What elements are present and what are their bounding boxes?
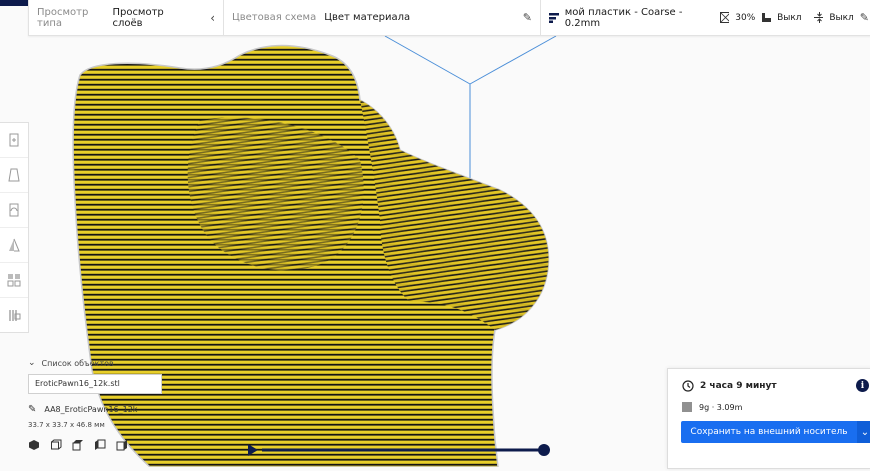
camera-view-buttons <box>28 439 168 451</box>
object-name-row[interactable]: ✎ AA8_EroticPawn16_12k <box>28 404 168 415</box>
left-view-icon[interactable] <box>94 439 106 451</box>
infill-icon <box>719 12 730 23</box>
info-icon[interactable]: i <box>856 379 869 392</box>
print-profile-text: мой пластик - Coarse - 0.2mm <box>564 6 683 29</box>
infill-value: 30% <box>735 12 756 23</box>
object-dimensions: 33.7 x 33.7 x 46.8 мм <box>28 421 105 429</box>
build-volume-edge <box>384 35 471 85</box>
build-volume-edge <box>469 35 557 85</box>
print-info-panel: 2 часа 9 минут i 9g · 3.09m Сохранить на… <box>667 368 870 469</box>
view-type-label: Просмотр типа <box>37 6 89 29</box>
per-model-settings-icon <box>7 274 21 287</box>
object-list-toggle[interactable]: ⌄ Список объектов <box>28 358 168 368</box>
view-toolbar: Просмотр типа Просмотр слоёв ‹ Цветовая … <box>28 0 870 36</box>
support-icon <box>762 13 772 22</box>
filament-icon <box>682 402 692 412</box>
mirror-tool-button[interactable] <box>0 228 28 263</box>
print-time-row: 2 часа 9 минут <box>682 380 777 392</box>
pencil-icon[interactable]: ✎ <box>860 11 869 24</box>
view-type-value: Просмотр слоёв <box>112 6 164 29</box>
chevron-down-icon: ⌄ <box>28 358 36 368</box>
scale-tool-button[interactable] <box>0 158 28 193</box>
object-list-item[interactable]: EroticPawn16_12k.stl <box>28 374 162 394</box>
move-tool-icon <box>9 133 19 147</box>
rotate-tool-button[interactable] <box>0 193 28 228</box>
support-blocker-button[interactable] <box>0 298 28 332</box>
adhesion-value: Выкл <box>829 12 854 23</box>
save-to-removable-button[interactable]: Сохранить на внешний носитель <box>681 421 857 443</box>
left-toolbar <box>0 122 29 333</box>
top-view-icon[interactable] <box>72 439 84 451</box>
chevron-left-icon[interactable]: ‹ <box>210 11 215 25</box>
print-settings-selector[interactable]: мой пластик - Coarse - 0.2mm 30% Выкл Вы… <box>541 0 870 35</box>
per-model-settings-button[interactable] <box>0 263 28 298</box>
clock-icon <box>682 380 694 392</box>
object-name: AA8_EroticPawn16_12k <box>44 405 138 414</box>
save-options-dropdown[interactable]: ⌄ <box>857 421 870 443</box>
print-time: 2 часа 9 минут <box>700 381 777 391</box>
printer-profile-icon <box>549 12 559 23</box>
rotate-tool-icon <box>9 203 19 217</box>
scale-tool-icon <box>8 168 20 182</box>
color-scheme-label: Цветовая схема <box>232 12 317 23</box>
object-list-panel: ⌄ Список объектов EroticPawn16_12k.stl ✎… <box>28 358 168 451</box>
3d-view-icon[interactable] <box>28 439 40 451</box>
material-usage: 9g · 3.09m <box>699 402 743 412</box>
object-list-header: Список объектов <box>41 358 114 368</box>
chevron-down-icon: ⌄ <box>860 426 870 438</box>
mirror-tool-icon <box>9 238 20 252</box>
layer-slider-handle[interactable] <box>538 444 550 456</box>
right-view-icon[interactable] <box>116 439 128 451</box>
view-type-selector[interactable]: Просмотр типа Просмотр слоёв ‹ <box>29 0 224 35</box>
support-value: Выкл <box>777 12 802 23</box>
pencil-icon[interactable]: ✎ <box>28 404 36 415</box>
support-blocker-icon <box>9 310 21 321</box>
adhesion-icon <box>813 12 824 23</box>
move-tool-button[interactable] <box>0 123 28 158</box>
color-scheme-selector[interactable]: Цветовая схема Цвет материала ✎ <box>224 0 541 35</box>
pencil-icon[interactable]: ✎ <box>523 11 532 24</box>
front-view-icon[interactable] <box>50 439 62 451</box>
material-usage-row: 9g · 3.09m <box>682 402 742 412</box>
color-scheme-value: Цвет материала <box>324 12 411 23</box>
